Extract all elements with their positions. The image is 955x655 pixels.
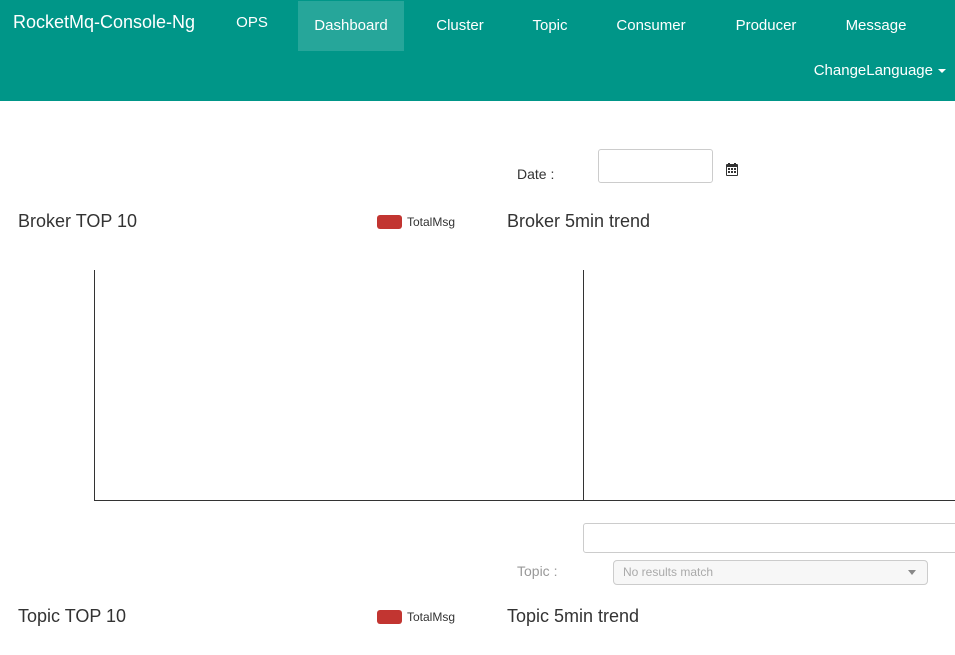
nav-consumer[interactable]: Consumer xyxy=(606,1,696,51)
nav-ops[interactable]: OPS xyxy=(228,1,276,51)
change-language-dropdown[interactable]: ChangeLanguage xyxy=(814,62,946,79)
topic-trend-title: Topic 5min trend xyxy=(507,606,640,626)
date-label: Date : xyxy=(517,166,555,182)
topic-filter-input[interactable] xyxy=(583,523,955,553)
legend-swatch xyxy=(377,214,402,229)
caret-down-icon xyxy=(938,69,946,74)
brand-title[interactable]: RocketMq-Console-Ng xyxy=(13,12,195,33)
nav-producer[interactable]: Producer xyxy=(724,1,808,51)
broker-trend-title: Broker 5min trend xyxy=(507,211,651,231)
broker-top10-chart xyxy=(94,270,584,501)
topic-top10-title: Topic TOP 10 xyxy=(18,606,127,626)
nav-message[interactable]: Message xyxy=(834,1,918,51)
nav-cluster[interactable]: Cluster xyxy=(426,1,494,51)
topic-legend[interactable]: TotalMsg xyxy=(377,609,456,624)
top-navbar: RocketMq-Console-Ng OPS Dashboard Cluste… xyxy=(0,0,955,101)
topic-select-text: No results match xyxy=(623,565,714,579)
calendar-icon[interactable] xyxy=(726,163,738,176)
topic-select[interactable]: No results match xyxy=(613,560,928,585)
date-input[interactable] xyxy=(598,149,713,183)
change-language-label: ChangeLanguage xyxy=(813,62,933,79)
nav-topic[interactable]: Topic xyxy=(520,1,580,51)
broker-top10-title: Broker TOP 10 xyxy=(18,211,138,231)
broker-legend[interactable]: TotalMsg xyxy=(377,214,456,229)
topic-label: Topic : xyxy=(517,563,558,579)
legend-label: TotalMsg xyxy=(407,214,456,229)
triangle-down-icon xyxy=(908,570,916,575)
broker-trend-chart xyxy=(583,270,955,501)
nav-dashboard[interactable]: Dashboard xyxy=(298,1,404,51)
legend-label: TotalMsg xyxy=(407,609,456,624)
legend-swatch xyxy=(377,609,402,624)
